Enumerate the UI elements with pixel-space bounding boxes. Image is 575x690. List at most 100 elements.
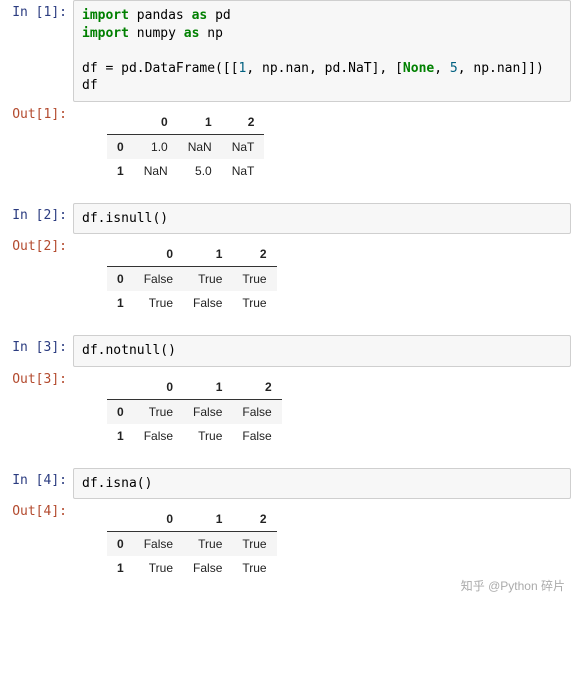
table-row: 012	[107, 242, 277, 267]
code-token: df.notnull()	[82, 343, 176, 358]
cell-value: False	[134, 424, 183, 448]
output-area: 0120FalseTrueTrue1TrueFalseTrue	[73, 499, 575, 590]
cell-value: NaN	[134, 159, 178, 183]
table-row: 01.0NaNNaT	[107, 134, 264, 159]
cell-value: False	[183, 399, 232, 424]
row-index: 1	[107, 159, 134, 183]
table-row: 1NaN5.0NaT	[107, 159, 264, 183]
column-header: 0	[134, 242, 183, 267]
row-index: 0	[107, 267, 134, 292]
output-cell: Out[2]:0120FalseTrueTrue1TrueFalseTrue	[0, 234, 575, 325]
output-area: 01201.0NaNNaT1NaN5.0NaT	[73, 102, 575, 193]
cell-value: False	[134, 532, 183, 557]
output-area: 0120TrueFalseFalse1FalseTrueFalse	[73, 367, 575, 458]
dataframe-table: 0120TrueFalseFalse1FalseTrueFalse	[107, 375, 282, 448]
in-prompt: In [2]:	[0, 203, 73, 228]
code-token: =	[105, 61, 121, 76]
column-header: 0	[134, 375, 183, 400]
table-row: 0TrueFalseFalse	[107, 399, 282, 424]
cell-value: True	[134, 399, 183, 424]
cell-spacer	[0, 325, 575, 335]
out-prompt: Out[3]:	[0, 367, 73, 392]
cell-value: True	[183, 424, 232, 448]
code-token: np	[207, 26, 223, 41]
code-token: pd	[215, 8, 231, 23]
cell-spacer	[0, 590, 575, 600]
corner-cell	[107, 110, 134, 135]
code-token: 5	[450, 61, 458, 76]
row-index: 0	[107, 399, 134, 424]
table-row: 012	[107, 110, 264, 135]
table-body: 0TrueFalseFalse1FalseTrueFalse	[107, 399, 282, 448]
table-row: 0FalseTrueTrue	[107, 532, 277, 557]
input-cell: In [3]: df.notnull()	[0, 335, 575, 367]
dataframe-table: 0120FalseTrueTrue1TrueFalseTrue	[107, 507, 277, 580]
table-row: 1TrueFalseTrue	[107, 291, 277, 315]
column-header: 2	[232, 375, 281, 400]
code-token: import	[82, 26, 137, 41]
cell-value: False	[232, 424, 281, 448]
cell-value: True	[183, 267, 232, 292]
input-cell: In [4]: df.isna()	[0, 468, 575, 500]
cell-spacer	[0, 193, 575, 203]
code-token: df	[82, 61, 105, 76]
table-body: 01.0NaNNaT1NaN5.0NaT	[107, 134, 264, 183]
code-token: df.isna()	[82, 476, 152, 491]
corner-cell	[107, 507, 134, 532]
table-body: 0FalseTrueTrue1TrueFalseTrue	[107, 267, 277, 316]
table-body: 0FalseTrueTrue1TrueFalseTrue	[107, 532, 277, 581]
code-token: df.isnull()	[82, 211, 168, 226]
table-head: 012	[107, 110, 264, 135]
in-prompt: In [4]:	[0, 468, 73, 493]
column-header: 1	[183, 242, 232, 267]
dataframe-table: 01201.0NaNNaT1NaN5.0NaT	[107, 110, 264, 183]
row-index: 0	[107, 134, 134, 159]
corner-cell	[107, 375, 134, 400]
code-input[interactable]: import pandas as pd import numpy as np d…	[73, 0, 571, 102]
row-index: 1	[107, 556, 134, 580]
column-header: 1	[183, 375, 232, 400]
code-token: as	[192, 8, 215, 23]
cell-value: False	[183, 291, 232, 315]
output-cell: Out[4]:0120FalseTrueTrue1TrueFalseTrue	[0, 499, 575, 590]
code-token: pandas	[137, 8, 192, 23]
code-input[interactable]: df.isnull()	[73, 203, 571, 235]
cell-value: True	[232, 267, 276, 292]
column-header: 2	[232, 507, 276, 532]
code-token: import	[82, 8, 137, 23]
table-row: 0FalseTrueTrue	[107, 267, 277, 292]
cell-value: True	[232, 291, 276, 315]
code-input[interactable]: df.notnull()	[73, 335, 571, 367]
column-header: 2	[222, 110, 265, 135]
notebook-container: In [1]:import pandas as pd import numpy …	[0, 0, 575, 600]
table-row: 012	[107, 507, 277, 532]
corner-cell	[107, 242, 134, 267]
table-row: 1FalseTrueFalse	[107, 424, 282, 448]
code-token: df	[82, 78, 98, 93]
out-prompt: Out[4]:	[0, 499, 73, 524]
column-header: 1	[183, 507, 232, 532]
cell-value: True	[232, 556, 276, 580]
cell-value: True	[134, 556, 183, 580]
row-index: 0	[107, 532, 134, 557]
table-head: 012	[107, 242, 277, 267]
cell-value: False	[232, 399, 281, 424]
column-header: 2	[232, 242, 276, 267]
code-input[interactable]: df.isna()	[73, 468, 571, 500]
cell-value: NaN	[178, 134, 222, 159]
cell-value: True	[232, 532, 276, 557]
cell-value: False	[134, 267, 183, 292]
input-cell: In [2]: df.isnull()	[0, 203, 575, 235]
table-head: 012	[107, 375, 282, 400]
dataframe-table: 0120FalseTrueTrue1TrueFalseTrue	[107, 242, 277, 315]
code-token: , np.nan, pd.NaT], [	[246, 61, 403, 76]
cell-value: NaT	[222, 134, 265, 159]
cell-value: 1.0	[134, 134, 178, 159]
code-token: numpy	[137, 26, 184, 41]
output-area: 0120FalseTrueTrue1TrueFalseTrue	[73, 234, 575, 325]
table-row: 1TrueFalseTrue	[107, 556, 277, 580]
code-token: as	[184, 26, 207, 41]
cell-value: NaT	[222, 159, 265, 183]
table-row: 012	[107, 375, 282, 400]
in-prompt: In [3]:	[0, 335, 73, 360]
